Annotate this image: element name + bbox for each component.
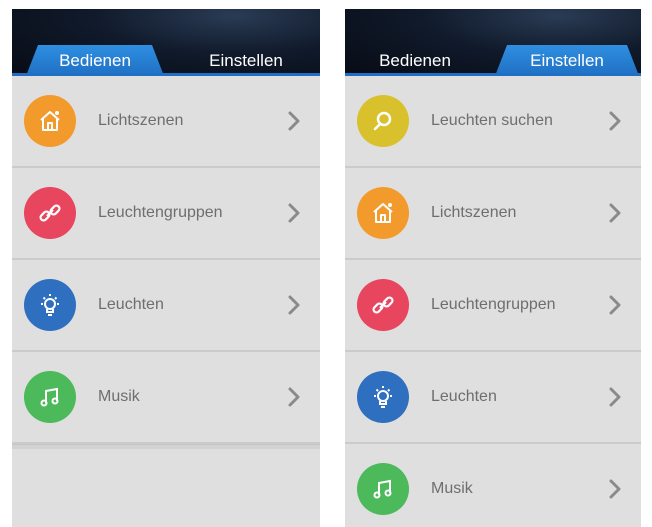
chevron-right-icon	[288, 295, 300, 315]
link-icon	[24, 187, 76, 239]
chevron-right-icon	[609, 203, 621, 223]
home-icon	[357, 187, 409, 239]
screen-einstellen: Bedienen Einstellen Leuchten suchen Lich…	[345, 9, 641, 527]
tab-einstellen[interactable]: Einstellen	[495, 45, 639, 76]
list-item-leuchten[interactable]: Leuchten	[12, 260, 320, 352]
list-item-leuchtengruppen[interactable]: Leuchtengruppen	[12, 168, 320, 260]
bulb-icon	[357, 371, 409, 423]
chevron-right-icon	[288, 203, 300, 223]
list-item-musik[interactable]: Musik	[345, 444, 641, 527]
tab-bedienen[interactable]: Bedienen	[355, 45, 475, 76]
list-item-leuchten[interactable]: Leuchten	[345, 352, 641, 444]
list-item-leuchtengruppen[interactable]: Leuchtengruppen	[345, 260, 641, 352]
tab-einstellen[interactable]: Einstellen	[184, 45, 308, 76]
menu-list: Lichtszenen Leuchtengruppen Leuchten Mus…	[12, 76, 320, 449]
list-item-label: Leuchtengruppen	[431, 296, 556, 313]
tab-bedienen[interactable]: Bedienen	[26, 45, 164, 76]
home-icon	[24, 95, 76, 147]
chevron-right-icon	[609, 387, 621, 407]
list-item-lichtszenen[interactable]: Lichtszenen	[345, 168, 641, 260]
chevron-right-icon	[288, 111, 300, 131]
list-item-musik[interactable]: Musik	[12, 352, 320, 444]
list-item-label: Leuchten suchen	[431, 112, 553, 129]
chevron-right-icon	[288, 387, 300, 407]
list-item-label: Musik	[431, 480, 473, 497]
list-item-leuchten-suchen[interactable]: Leuchten suchen	[345, 76, 641, 168]
list-item-label: Leuchten	[431, 388, 497, 405]
chevron-right-icon	[609, 479, 621, 499]
search-icon	[357, 95, 409, 147]
music-icon	[24, 371, 76, 423]
music-icon	[357, 463, 409, 515]
screen-bedienen: Bedienen Einstellen Lichtszenen Leuchten…	[12, 9, 320, 527]
menu-list: Leuchten suchen Lichtszenen Leuchtengrup…	[345, 76, 641, 527]
top-bar: Bedienen Einstellen	[12, 9, 320, 76]
list-item-label: Leuchtengruppen	[98, 204, 223, 221]
chevron-right-icon	[609, 111, 621, 131]
list-item-label: Lichtszenen	[98, 112, 184, 129]
list-divider	[12, 444, 320, 449]
link-icon	[357, 279, 409, 331]
chevron-right-icon	[609, 295, 621, 315]
list-item-lichtszenen[interactable]: Lichtszenen	[12, 76, 320, 168]
bulb-icon	[24, 279, 76, 331]
list-item-label: Lichtszenen	[431, 204, 517, 221]
top-bar: Bedienen Einstellen	[345, 9, 641, 76]
list-item-label: Leuchten	[98, 296, 164, 313]
list-item-label: Musik	[98, 388, 140, 405]
